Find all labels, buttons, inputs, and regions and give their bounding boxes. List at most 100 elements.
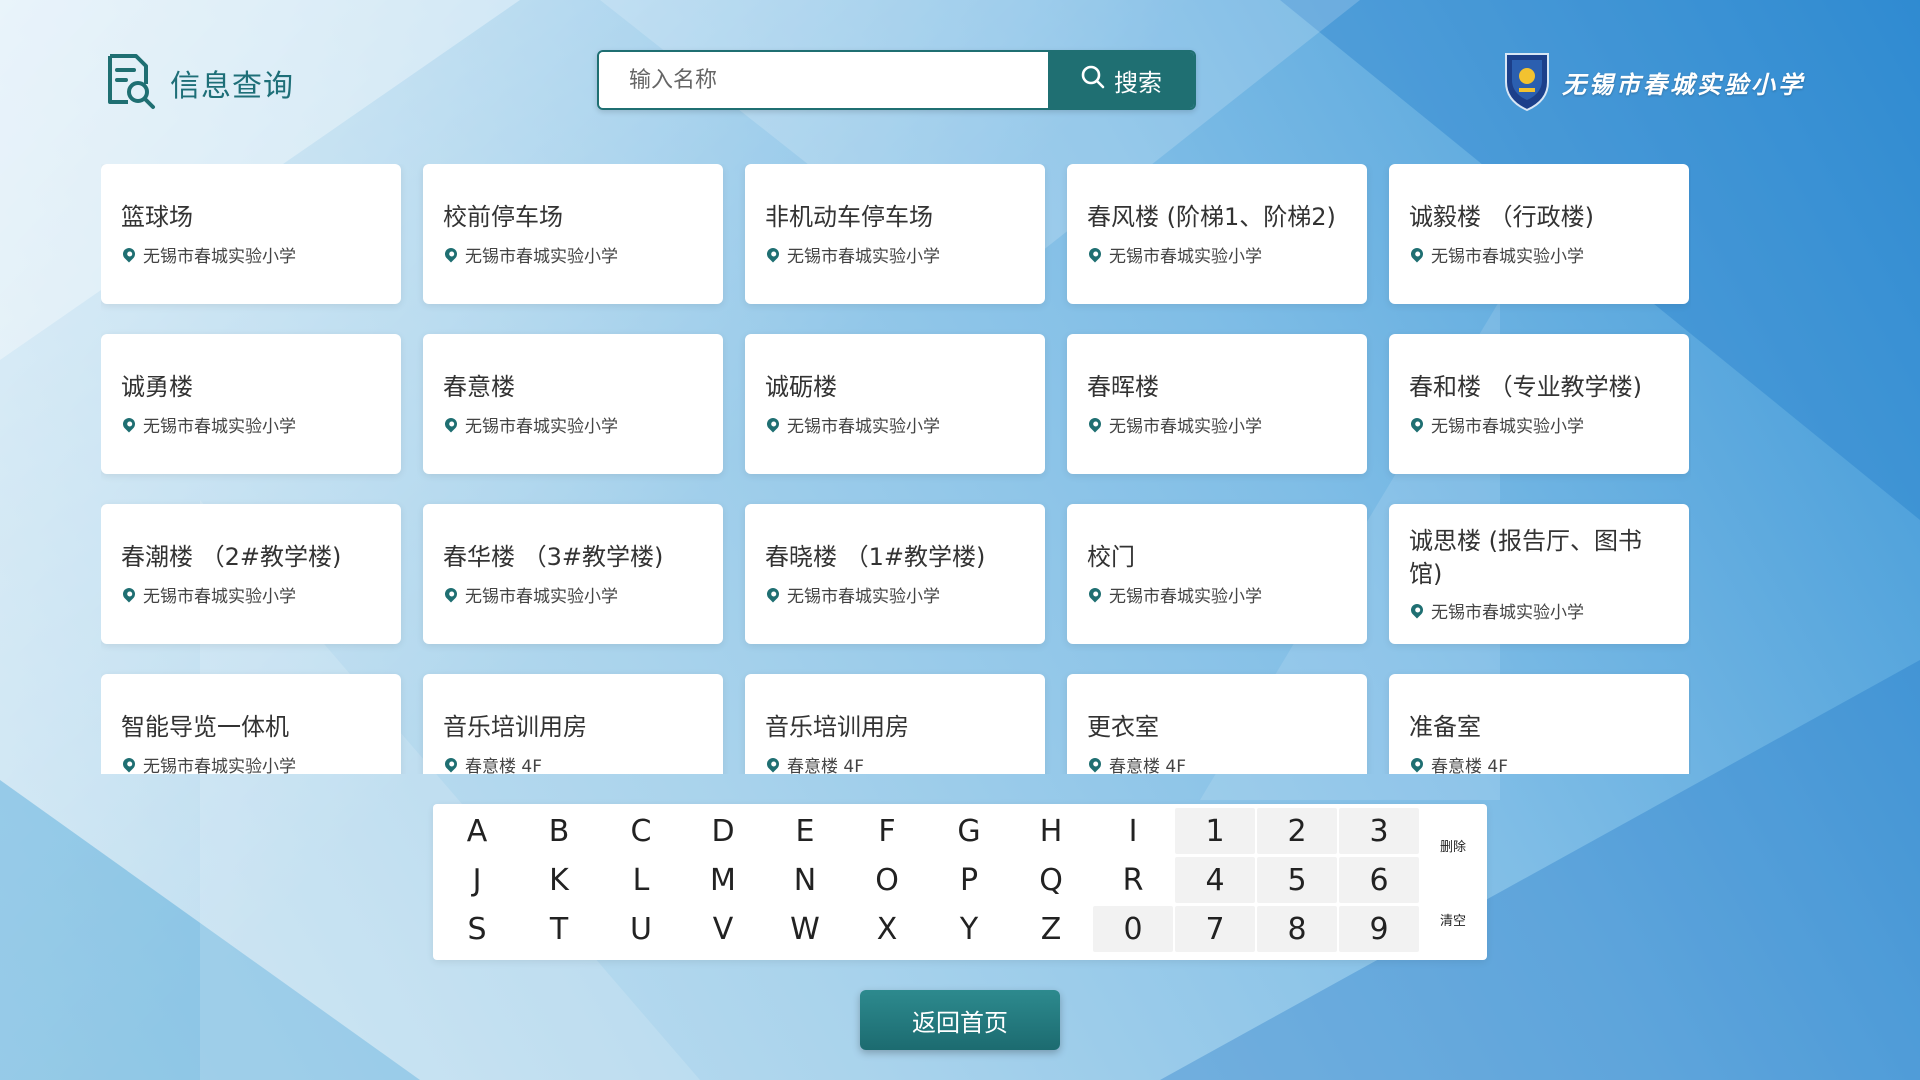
key-8[interactable]: 8 <box>1257 906 1337 952</box>
location-card[interactable]: 春风楼 (阶梯1、阶梯2) 无锡市春城实验小学 <box>1067 164 1367 304</box>
location-address-text: 无锡市春城实验小学 <box>465 416 618 437</box>
key-z[interactable]: Z <box>1011 906 1091 952</box>
location-pin-icon <box>442 755 460 773</box>
key-w[interactable]: W <box>765 906 845 952</box>
background-facet <box>0 780 420 1080</box>
location-card[interactable]: 春和楼 （专业教学楼) 无锡市春城实验小学 <box>1389 334 1689 474</box>
location-pin-icon <box>442 585 460 603</box>
key-h[interactable]: H <box>1011 808 1091 854</box>
location-address-text: 无锡市春城实验小学 <box>1431 602 1584 623</box>
location-address: 无锡市春城实验小学 <box>1086 242 1347 267</box>
key-u[interactable]: U <box>601 906 681 952</box>
key-r[interactable]: R <box>1093 857 1173 903</box>
key-d[interactable]: D <box>683 808 763 854</box>
key-a[interactable]: A <box>437 808 517 854</box>
key-p[interactable]: P <box>929 857 1009 903</box>
location-card[interactable]: 校门 无锡市春城实验小学 <box>1067 504 1367 644</box>
search-button[interactable]: 搜索 <box>1048 52 1194 108</box>
location-card[interactable]: 诚毅楼 （行政楼) 无锡市春城实验小学 <box>1389 164 1689 304</box>
location-pin-icon <box>1086 415 1104 433</box>
key-x[interactable]: X <box>847 906 927 952</box>
location-address: 无锡市春城实验小学 <box>764 582 1025 607</box>
school-branding: 无锡市春城实验小学 <box>1502 48 1805 116</box>
key-g[interactable]: G <box>929 808 1009 854</box>
document-search-icon <box>104 52 158 114</box>
location-card[interactable]: 诚勇楼无锡市春城实验小学 <box>101 334 401 474</box>
delete-key[interactable]: 删除 <box>1434 830 1472 861</box>
search-input[interactable] <box>599 52 1048 108</box>
location-card[interactable]: 春潮楼 （2#教学楼) 无锡市春城实验小学 <box>101 504 401 644</box>
location-address: 无锡市春城实验小学 <box>1408 598 1669 623</box>
location-title: 智能导览一体机 <box>121 713 289 742</box>
location-card[interactable]: 春华楼 （3#教学楼) 无锡市春城实验小学 <box>423 504 723 644</box>
key-f[interactable]: F <box>847 808 927 854</box>
location-address-text: 无锡市春城实验小学 <box>787 586 940 607</box>
location-pin-icon <box>442 245 460 263</box>
location-card[interactable]: 诚砺楼 无锡市春城实验小学 <box>745 334 1045 474</box>
location-list: 篮球场 无锡市春城实验小学 校前停车场 无锡市春城实验小学 非机动车停车场 无锡市春城实验… <box>101 164 1691 774</box>
key-o[interactable]: O <box>847 857 927 903</box>
back-home-button[interactable]: 返回首页 <box>860 990 1060 1050</box>
key-9[interactable]: 9 <box>1339 906 1419 952</box>
location-address: 无锡市春城实验小学 <box>442 582 703 607</box>
location-address: 无锡市春城实验小学 <box>120 582 381 607</box>
location-card[interactable]: 音乐培训用房 春意楼 4F <box>745 674 1045 774</box>
key-k[interactable]: K <box>519 857 599 903</box>
location-address: 无锡市春城实验小学 <box>442 242 703 267</box>
key-0[interactable]: 0 <box>1093 906 1173 952</box>
location-address: 无锡市春城实验小学 <box>764 242 1025 267</box>
key-c[interactable]: C <box>601 808 681 854</box>
key-e[interactable]: E <box>765 808 845 854</box>
location-address-text: 无锡市春城实验小学 <box>465 246 618 267</box>
keyboard-side-keys: 删除 清空 <box>1423 808 1483 956</box>
location-pin-icon <box>1086 245 1104 263</box>
key-6[interactable]: 6 <box>1339 857 1419 903</box>
key-n[interactable]: N <box>765 857 845 903</box>
location-address-text: 无锡市春城实验小学 <box>143 246 296 267</box>
location-card[interactable]: 准备室 春意楼 4F <box>1389 674 1689 774</box>
location-pin-icon <box>120 585 138 603</box>
location-address-text: 无锡市春城实验小学 <box>143 756 296 774</box>
location-card[interactable]: 校前停车场无锡市春城实验小学 <box>423 164 723 304</box>
key-j[interactable]: J <box>437 857 517 903</box>
location-card[interactable]: 春晖楼 无锡市春城实验小学 <box>1067 334 1367 474</box>
key-5[interactable]: 5 <box>1257 857 1337 903</box>
location-address-text: 无锡市春城实验小学 <box>1109 586 1262 607</box>
key-4[interactable]: 4 <box>1175 857 1255 903</box>
location-address-text: 无锡市春城实验小学 <box>143 416 296 437</box>
key-1[interactable]: 1 <box>1175 808 1255 854</box>
location-card[interactable]: 篮球场 无锡市春城实验小学 <box>101 164 401 304</box>
key-y[interactable]: Y <box>929 906 1009 952</box>
key-l[interactable]: L <box>601 857 681 903</box>
location-card[interactable]: 音乐培训用房 春意楼 4F <box>423 674 723 774</box>
key-v[interactable]: V <box>683 906 763 952</box>
location-title: 诚砺楼 <box>765 373 837 402</box>
clear-key[interactable]: 清空 <box>1434 904 1472 935</box>
key-s[interactable]: S <box>437 906 517 952</box>
location-card[interactable]: 春晓楼 （1#教学楼) 无锡市春城实验小学 <box>745 504 1045 644</box>
location-address: 无锡市春城实验小学 <box>120 412 381 437</box>
key-3[interactable]: 3 <box>1339 808 1419 854</box>
location-card[interactable]: 春意楼 无锡市春城实验小学 <box>423 334 723 474</box>
location-title: 诚勇楼 <box>121 373 193 402</box>
key-i[interactable]: I <box>1093 808 1173 854</box>
location-card[interactable]: 智能导览一体机无锡市春城实验小学 <box>101 674 401 774</box>
key-t[interactable]: T <box>519 906 599 952</box>
location-title: 校前停车场 <box>443 203 563 232</box>
key-m[interactable]: M <box>683 857 763 903</box>
onscreen-keyboard: ABCDEFGHI123 JKLMNOPQR456 STUVWXYZ0789 删除 … <box>433 804 1487 960</box>
key-2[interactable]: 2 <box>1257 808 1337 854</box>
location-card[interactable]: 非机动车停车场 无锡市春城实验小学 <box>745 164 1045 304</box>
location-card[interactable]: 诚思楼 (报告厅、图书馆) 无锡市春城实验小学 <box>1389 504 1689 644</box>
location-address: 春意楼 4F <box>1408 752 1669 774</box>
location-address-text: 无锡市春城实验小学 <box>1431 416 1584 437</box>
location-address-text: 无锡市春城实验小学 <box>1109 246 1262 267</box>
search-bar: 搜索 <box>597 50 1196 110</box>
location-pin-icon <box>1408 601 1426 619</box>
location-pin-icon <box>764 415 782 433</box>
location-title: 更衣室 <box>1087 713 1159 742</box>
key-7[interactable]: 7 <box>1175 906 1255 952</box>
key-q[interactable]: Q <box>1011 857 1091 903</box>
location-card[interactable]: 更衣室 春意楼 4F <box>1067 674 1367 774</box>
key-b[interactable]: B <box>519 808 599 854</box>
